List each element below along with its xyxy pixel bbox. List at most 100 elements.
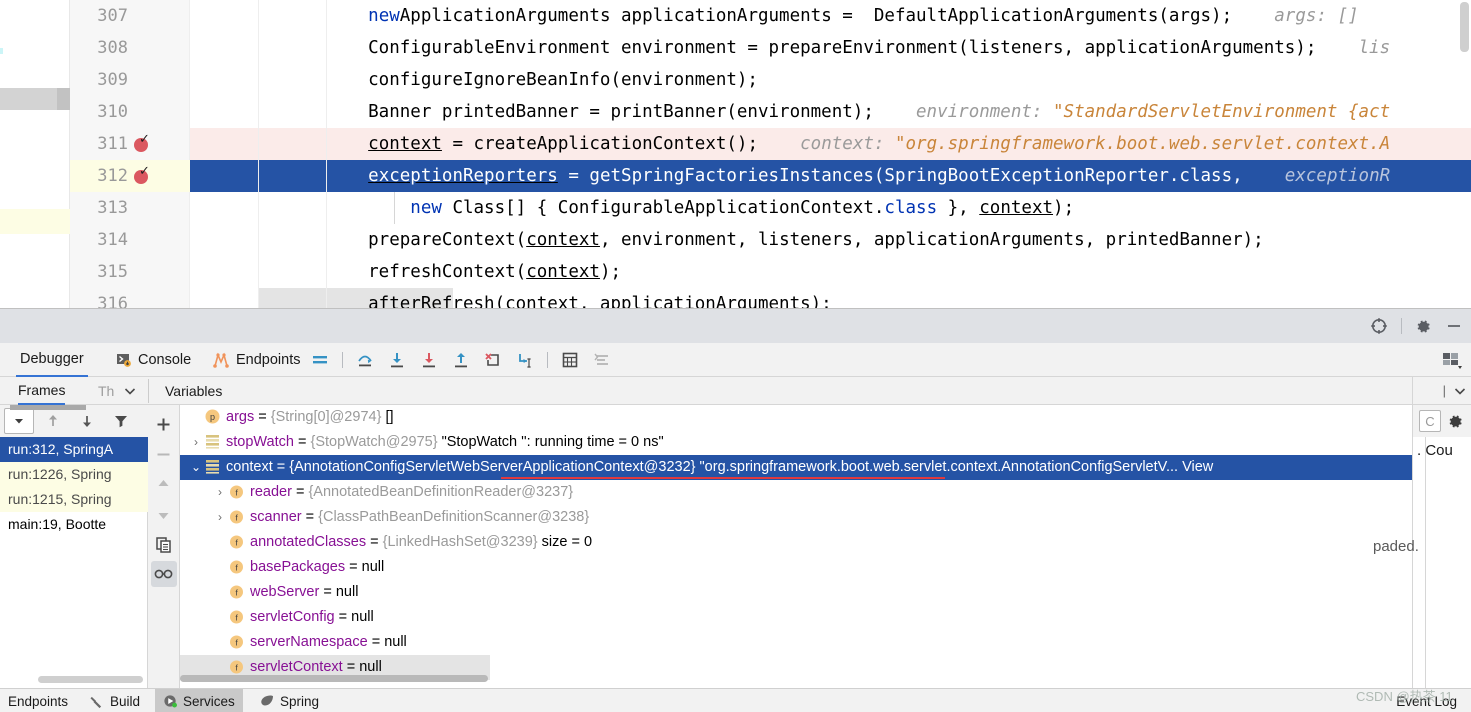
tab-debugger[interactable]: Debugger [16,343,88,377]
code-line[interactable]: 314 prepareContext(context, environment,… [70,224,1471,256]
image-watermark: CSDN @热茶 11 [1356,689,1453,704]
remove-watch-button[interactable] [151,441,177,467]
tab-console[interactable]: Console [112,343,195,377]
layout-settings-icon[interactable] [1441,351,1463,369]
code-line[interactable]: 309 configureIgnoreBeanInfo(environment)… [70,64,1471,96]
variable-name: annotatedClasses [250,534,367,550]
services-run-icon [163,694,178,709]
step-into-button[interactable] [387,350,407,370]
subtab-threads[interactable]: Th [98,377,114,405]
statusbar-build-label: Build [110,693,141,709]
force-step-into-button[interactable] [419,350,439,370]
code-area[interactable]: 307 newApplicationArguments applicationA… [70,0,1471,308]
thread-selector-dropdown[interactable] [4,408,34,434]
threads-dropdown-chevron[interactable] [122,377,138,405]
step-over-button[interactable] [355,350,375,370]
code-text: prepareContext(context, environment, lis… [326,230,1264,250]
show-execution-point-button[interactable] [310,350,330,370]
settings-target-icon[interactable] [1370,317,1388,335]
run-to-cursor-button[interactable] [515,350,535,370]
breakpoint-marker[interactable]: ✓ [134,165,150,184]
frame-list-item[interactable]: main:19, Bootte [0,512,148,537]
code-line[interactable]: 312 ✓ exceptionReporters = getSpringFacto… [70,160,1471,192]
statusbar-item-build[interactable]: Build [82,689,148,712]
mute-breakpoints-button[interactable] [592,350,612,370]
expand-toggle-icon[interactable]: › [212,505,228,530]
add-watch-button[interactable] [151,411,177,437]
variable-value: "org.springframework.boot.web.servlet.co… [695,459,1179,476]
glasses-icon[interactable] [150,561,177,587]
frames-horizontal-scrollbar[interactable] [0,675,148,684]
variable-row[interactable]: f webServer = null [180,580,1412,605]
expand-toggle-icon[interactable]: ⌄ [188,455,204,480]
move-watch-up-button[interactable] [151,471,177,497]
line-number: 309 [97,70,128,90]
variable-row[interactable]: ⌄ context = {AnnotationConfigServletWebSe… [180,455,1412,480]
variable-row[interactable]: f annotatedClasses = {LinkedHashSet@3239}… [180,530,1412,555]
frames-scroll-indicator [10,405,86,410]
expand-toggle-icon[interactable]: › [188,430,204,455]
svg-text:p: p [210,412,215,422]
statusbar-item-spring[interactable]: Spring [251,689,327,712]
frames-panel[interactable]: run:312, SpringA run:1226, Spring run:1215… [0,405,148,689]
copy-value-button[interactable] [151,531,177,557]
frame-list-item[interactable]: run:312, SpringA [0,437,148,462]
code-line[interactable]: 307 newApplicationArguments applicationA… [70,0,1471,32]
variable-row[interactable]: › stopWatch = {StopWatch@2975} "StopWatch… [180,430,1412,455]
variable-row[interactable]: f serverNamespace = null [180,630,1412,655]
code-line[interactable]: 316 afterRefresh(context, applicationArg… [70,288,1471,308]
code-line[interactable]: 308 ConfigurableEnvironment environment … [70,32,1471,64]
editor-left-scrollbar-thumb[interactable] [57,88,70,110]
variable-row[interactable]: › f scanner = {ClassPathBeanDefinitionScan… [180,505,1412,530]
frame-down-button[interactable] [72,408,102,434]
frame-list-item[interactable]: run:1215, Spring [0,487,148,512]
stub-highlight-band [0,209,70,234]
variable-row[interactable]: f servletConfig = null [180,605,1412,630]
frames-list[interactable]: run:312, SpringA run:1226, Spring run:1215… [0,437,148,537]
variable-row[interactable]: p args = {String[0]@2974} [] [180,405,1412,430]
debug-tool-window: Debugger Console Endpoints Frames Th Var… [0,308,1471,712]
search-input[interactable]: C [1419,410,1441,432]
frame-up-button[interactable] [38,408,68,434]
spring-leaf-icon [259,694,275,708]
view-link[interactable]: View [1178,459,1213,475]
variable-row[interactable]: › f reader = {AnnotatedBeanDefinitionReade… [180,480,1412,505]
minimize-icon[interactable] [1445,317,1463,335]
endpoints-icon [212,352,230,368]
breakpoint-marker[interactable]: ✓ [134,133,150,152]
frame-list-item[interactable]: run:1226, Spring [0,462,148,487]
code-editor[interactable]: 307 newApplicationArguments applicationA… [0,0,1471,308]
subtab-frames[interactable]: Frames [18,377,66,405]
code-line[interactable]: 313 new Class[] { ConfigurableApplicatio… [70,192,1471,224]
code-line[interactable]: 311 ✓ context = createApplicationContext(… [70,128,1471,160]
move-watch-down-button[interactable] [151,501,177,527]
drop-frame-button[interactable] [483,350,503,370]
editor-vertical-scrollbar[interactable] [1457,0,1471,110]
field-icon: f [228,583,245,600]
gear-icon[interactable] [1415,318,1432,335]
console-side-panel[interactable]: | C . Cou paded. [1373,377,1471,712]
code-line[interactable]: 310 Banner printedBanner = printBanner(e… [70,96,1471,128]
gear-icon[interactable] [1447,413,1464,430]
subtab-variables[interactable]: Variables [165,377,222,405]
variable-name: reader [250,484,292,501]
variable-name: servletConfig [250,609,335,625]
statusbar-item-services[interactable]: Services [155,689,243,712]
statusbar-endpoints-label: Endpoints [8,693,69,709]
tab-endpoints[interactable]: Endpoints [208,343,305,377]
console-collapse-chevron-icon[interactable] [1452,383,1468,399]
variable-value: null [359,659,382,675]
variables-horizontal-scrollbar[interactable] [180,674,1412,683]
code-text: new Class[] { ConfigurableApplicationCon… [410,198,1075,218]
step-out-button[interactable] [451,350,471,370]
filter-frames-icon[interactable] [106,408,136,434]
variable-name: stopWatch [226,434,294,451]
variable-type: {LinkedHashSet@3239} [382,534,538,550]
expand-toggle-icon[interactable]: › [212,480,228,505]
statusbar-item-endpoints[interactable]: Endpoints [0,689,76,712]
evaluate-expression-button[interactable] [560,350,580,370]
variable-equals: = [291,484,309,501]
variable-row[interactable]: f basePackages = null [180,555,1412,580]
variables-panel[interactable]: p args = {String[0]@2974} [] › stopWatch = … [180,405,1412,689]
code-line[interactable]: 315 refreshContext(context); [70,256,1471,288]
